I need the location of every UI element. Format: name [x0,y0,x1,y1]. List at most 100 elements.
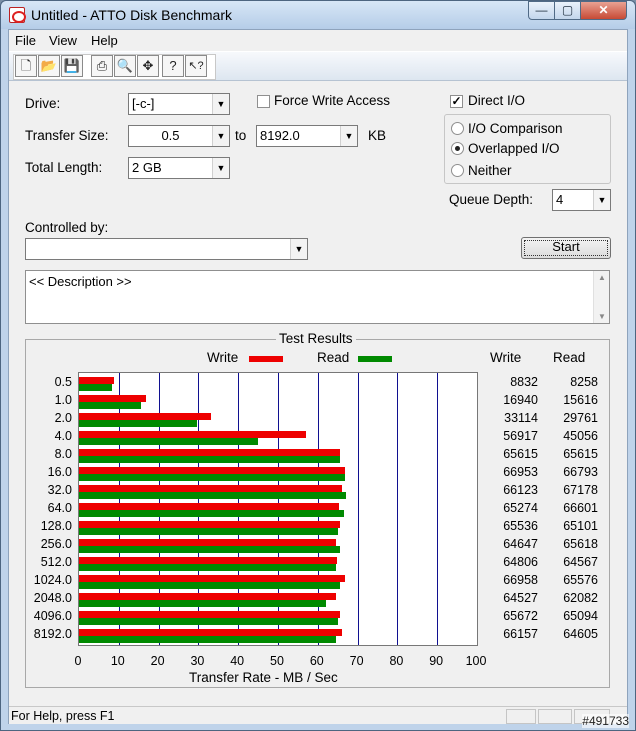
print-preview-icon[interactable]: 🔍 [114,55,136,77]
write-value: 56917 [503,429,538,443]
move-icon[interactable]: ✥ [137,55,159,77]
read-value: 65618 [563,537,598,551]
title-bar[interactable]: Untitled - ATTO Disk Benchmark — ▢ ✕ [1,1,635,29]
transfer-to-select[interactable]: 8192.0 ▼ [256,125,358,147]
minimize-button[interactable]: — [528,1,555,20]
overlapped-io-radio[interactable] [451,142,464,155]
read-bar [79,582,340,589]
read-bar [79,618,339,625]
save-icon[interactable]: 💾 [61,55,83,77]
write-bar [79,467,346,474]
read-bar [79,456,341,463]
neither-radio[interactable] [451,164,464,177]
menu-view[interactable]: View [49,33,77,48]
x-tick-label: 30 [190,654,205,668]
chevron-down-icon: ▼ [212,94,229,114]
transfer-size-label: 512.0 [40,555,72,569]
kb-label: KB [368,128,387,143]
controlled-by-select[interactable]: ▼ [25,238,308,260]
transfer-size-label: Transfer Size: [25,128,109,143]
start-button-focus-ring [524,240,608,256]
drive-select[interactable]: [-c-] ▼ [128,93,230,115]
write-bar [79,521,340,528]
transfer-size-label: 32.0 [47,483,72,497]
write-bar [79,431,306,438]
print-icon[interactable]: ⎙ [91,55,113,77]
legend-read-swatch [358,356,392,362]
read-value: 65615 [563,447,598,461]
transfer-size-label: 8.0 [54,447,72,461]
transfer-size-label: 4.0 [54,429,72,443]
read-bar [79,636,337,643]
scroll-up-icon[interactable]: ▲ [598,273,606,282]
io-comparison-label[interactable]: I/O Comparison [468,121,563,136]
read-bar [79,438,259,445]
queue-depth-select[interactable]: 4 ▼ [552,189,611,211]
legend-write-label: Write [207,350,239,365]
x-tick-label: 100 [465,654,487,668]
overlapped-io-label[interactable]: Overlapped I/O [468,141,560,156]
status-bar: For Help, press F1 [9,706,627,724]
force-write-label[interactable]: Force Write Access [274,93,390,108]
new-document-icon[interactable]: 🗋 [15,55,37,77]
read-value: 15616 [563,393,598,407]
total-length-select[interactable]: 2 GB ▼ [128,157,230,179]
transfer-from-select[interactable]: 0.5 ▼ [128,125,230,147]
queue-depth-label: Queue Depth: [449,192,534,207]
about-icon[interactable]: ? [162,55,184,77]
write-bar [79,503,339,510]
transfer-size-label: 8192.0 [33,627,72,641]
start-button[interactable]: Start [521,237,611,259]
open-folder-icon[interactable]: 📂 [38,55,60,77]
transfer-from-value: 0.5 [161,128,180,143]
direct-io-checkbox[interactable]: ✓ [450,95,463,108]
legend-read-label: Read [317,350,350,365]
read-bar [79,546,341,553]
status-text: For Help, press F1 [11,709,115,723]
legend-write-swatch [249,356,283,362]
x-tick-label: 10 [110,654,125,668]
write-column-header: Write [490,350,522,365]
write-bar [79,449,341,456]
transfer-size-label: 2.0 [54,411,72,425]
transfer-size-label: 4096.0 [33,609,72,623]
scroll-down-icon[interactable]: ▼ [598,312,606,321]
read-value: 29761 [563,411,598,425]
write-bar [79,575,346,582]
controlled-by-label: Controlled by: [25,220,109,235]
read-value: 45056 [563,429,598,443]
write-value: 65274 [503,501,538,515]
neither-label[interactable]: Neither [468,163,512,178]
io-comparison-radio[interactable] [451,122,464,135]
context-help-icon[interactable]: ↖? [185,55,207,77]
read-bar [79,384,112,391]
description-scrollbar[interactable]: ▲ ▼ [593,271,609,323]
write-bar [79,395,147,402]
write-bar [79,377,115,384]
client-area: File View Help 🗋 📂 💾 ⎙ 🔍 ✥ ? ↖? Drive: [… [8,29,628,724]
force-write-checkbox[interactable] [257,95,270,108]
write-value: 33114 [504,411,538,425]
description-textarea[interactable]: << Description >> ▲ ▼ [25,270,610,324]
window-title: Untitled - ATTO Disk Benchmark [31,7,232,23]
read-bar [79,510,345,517]
menu-file[interactable]: File [15,33,36,48]
write-value: 65672 [503,609,538,623]
read-bar [79,420,198,427]
status-panel-2 [538,709,572,724]
direct-io-label[interactable]: Direct I/O [468,93,525,108]
close-button[interactable]: ✕ [580,1,627,20]
test-results-group: Test Results Write Read Write Read 0.5 1.… [25,331,610,688]
read-value: 65101 [563,519,598,533]
x-tick-label: 20 [150,654,165,668]
menu-help[interactable]: Help [91,33,118,48]
read-value: 65576 [563,573,598,587]
maximize-button[interactable]: ▢ [554,1,581,20]
x-tick-label: 90 [429,654,444,668]
write-value: 66958 [503,573,538,587]
read-bar [79,564,336,571]
write-bar [79,485,343,492]
transfer-size-label: 1.0 [54,393,72,407]
write-bar [79,593,336,600]
x-tick-label: 0 [74,654,82,668]
